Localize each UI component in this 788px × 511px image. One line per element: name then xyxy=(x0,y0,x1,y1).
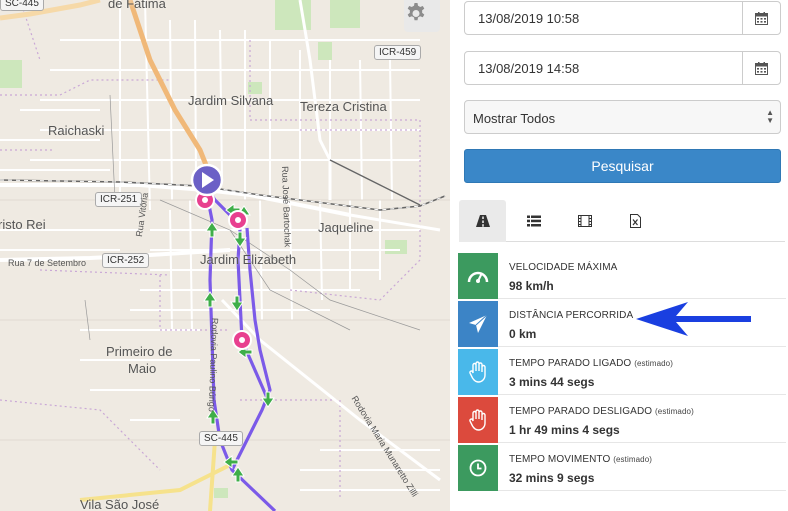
hand-icon xyxy=(469,361,486,383)
stat-icon-box xyxy=(458,253,498,299)
calendar-icon xyxy=(755,61,768,75)
stat-idle-off: TEMPO PARADO DESLIGADO (estimado) 1 hr 4… xyxy=(458,397,786,443)
road-shield: SC-445 xyxy=(199,431,243,446)
stop-marker[interactable] xyxy=(228,210,248,230)
stat-moving-time: TEMPO MOVIMENTO (estimado) 32 mins 9 seg… xyxy=(458,445,786,491)
map-label: de Fátima xyxy=(108,0,166,11)
road-shield: SC-445 xyxy=(0,0,44,11)
park-area xyxy=(214,488,228,498)
stat-label: TEMPO PARADO DESLIGADO (estimado) xyxy=(509,406,694,417)
paper-plane-icon xyxy=(469,314,488,333)
stat-label: TEMPO MOVIMENTO (estimado) xyxy=(509,454,653,465)
map-settings-button[interactable] xyxy=(404,0,440,32)
annotation-arrow xyxy=(636,302,751,336)
road-icon xyxy=(475,215,490,227)
start-date-value: 13/08/2019 10:58 xyxy=(478,11,580,26)
gear-icon xyxy=(407,3,425,21)
select-arrows-icon: ▲ ▼ xyxy=(766,108,774,125)
road-shield: ICR-251 xyxy=(95,192,143,207)
tab-route[interactable] xyxy=(459,200,506,242)
road-yellow-sw xyxy=(79,463,231,502)
filter-select[interactable]: Mostrar Todos ▲ ▼ xyxy=(464,100,781,134)
park-area xyxy=(0,60,22,88)
map-label: Vila São José xyxy=(80,497,160,511)
stat-label: VELOCIDADE MÁXIMA xyxy=(509,262,618,273)
tab-excel[interactable] xyxy=(612,200,659,242)
map-view[interactable]: de Fátima Jardim Silvana Tereza Cristina… xyxy=(0,0,450,511)
calendar-icon xyxy=(755,11,768,25)
tab-video[interactable] xyxy=(561,200,608,242)
speedometer-icon xyxy=(467,271,489,283)
filter-select-value: Mostrar Todos xyxy=(473,111,556,126)
stop-marker[interactable] xyxy=(232,330,252,350)
stat-idle-on: TEMPO PARADO LIGADO (estimado) 3 mins 44… xyxy=(458,349,786,395)
stat-value: 98 km/h xyxy=(509,279,554,293)
list-icon xyxy=(526,215,541,227)
stat-value: 32 mins 9 segs xyxy=(509,471,595,485)
street-grid xyxy=(0,0,440,491)
end-date-field[interactable]: 13/08/2019 14:58 xyxy=(464,51,781,85)
stat-icon-box xyxy=(458,301,498,347)
road-shield: ICR-459 xyxy=(374,45,422,60)
map-label: Tereza Cristina xyxy=(300,99,387,114)
stat-value: 0 km xyxy=(509,327,537,341)
stat-max-speed: VELOCIDADE MÁXIMA 98 km/h xyxy=(458,253,786,299)
stat-value: 1 hr 49 mins 4 segs xyxy=(509,423,620,437)
film-icon xyxy=(577,215,592,227)
map-label: Jardim Elizabeth xyxy=(200,252,297,267)
map-label: risto Rei xyxy=(0,217,46,232)
report-tabs xyxy=(459,200,785,242)
end-date-value: 13/08/2019 14:58 xyxy=(478,61,580,76)
map-label: Raichaski xyxy=(48,123,105,138)
hand-stop-icon xyxy=(469,409,486,431)
stat-label: TEMPO PARADO LIGADO (estimado) xyxy=(509,358,673,369)
map-label: Primeiro de xyxy=(106,344,173,359)
clock-icon xyxy=(469,459,487,477)
road-shield: ICR-252 xyxy=(102,253,150,268)
start-date-field[interactable]: 13/08/2019 10:58 xyxy=(464,1,781,35)
railway-branch xyxy=(329,159,421,206)
park-area xyxy=(330,0,360,28)
start-marker[interactable] xyxy=(190,163,224,197)
search-button[interactable]: Pesquisar xyxy=(464,149,781,183)
stat-icon-box xyxy=(458,445,498,491)
minor-streets xyxy=(0,199,450,441)
stat-icon-box xyxy=(458,349,498,395)
road-icr459 xyxy=(298,0,332,161)
stat-value: 3 mins 44 segs xyxy=(509,375,595,389)
map-label: Maio xyxy=(128,361,157,376)
excel-icon xyxy=(630,214,641,228)
park-area xyxy=(318,42,332,60)
calendar-button[interactable] xyxy=(742,2,780,34)
stat-label: DISTÂNCIA PERCORRIDA xyxy=(509,310,634,321)
calendar-button[interactable] xyxy=(742,52,780,84)
road-name: Rua 7 de Setembro xyxy=(8,258,87,268)
map-label: Jardim Silvana xyxy=(188,93,274,108)
map-label: Jaqueline xyxy=(318,220,374,235)
stat-icon-box xyxy=(458,397,498,443)
tab-list[interactable] xyxy=(510,200,557,242)
park-area xyxy=(385,240,407,254)
